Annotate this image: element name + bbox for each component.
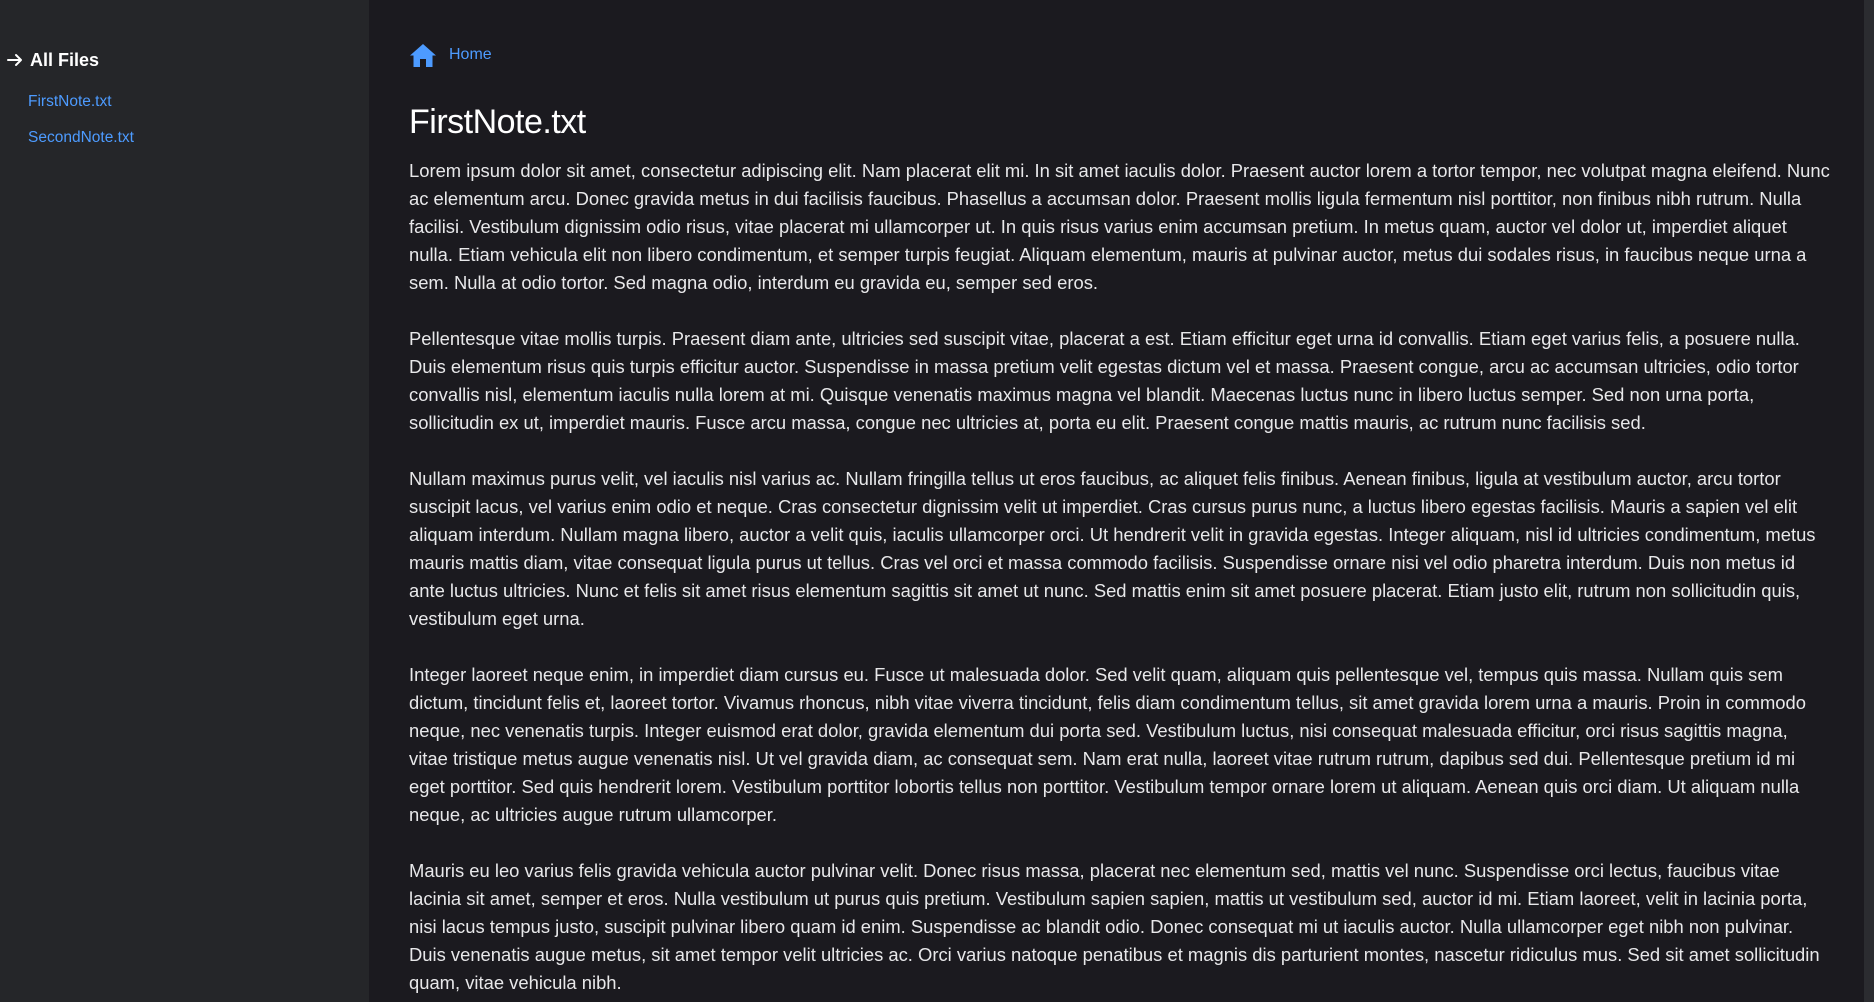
file-item-secondnote[interactable]: SecondNote.txt xyxy=(0,128,369,164)
scrollbar[interactable] xyxy=(1862,0,1874,1002)
breadcrumb: Home xyxy=(409,41,1830,69)
main-content: Home FirstNote.txt Lorem ipsum dolor sit… xyxy=(369,0,1874,1002)
file-list: FirstNote.txt SecondNote.txt xyxy=(0,92,369,164)
page-title: FirstNote.txt xyxy=(409,103,586,141)
sidebar: All Files FirstNote.txt SecondNote.txt xyxy=(0,0,369,1002)
note-paragraph: Pellentesque vitae mollis turpis. Praese… xyxy=(409,328,1800,433)
note-paragraph: Lorem ipsum dolor sit amet, consectetur … xyxy=(409,160,1830,293)
note-paragraph: Mauris eu leo varius felis gravida vehic… xyxy=(409,860,1820,993)
app-window: All Files FirstNote.txt SecondNote.txt H… xyxy=(0,0,1874,1002)
note-paragraph: Integer laoreet neque enim, in imperdiet… xyxy=(409,664,1806,825)
breadcrumb-home-link[interactable]: Home xyxy=(449,46,492,64)
file-item-firstnote[interactable]: FirstNote.txt xyxy=(0,92,369,128)
note-paragraph: Nullam maximus purus velit, vel iaculis … xyxy=(409,468,1816,629)
scrollbar-thumb[interactable] xyxy=(1864,0,1874,1002)
all-files-label: All Files xyxy=(30,49,100,70)
all-files-header[interactable]: All Files xyxy=(0,48,369,72)
home-icon[interactable] xyxy=(409,42,437,68)
note-body: Lorem ipsum dolor sit amet, consectetur … xyxy=(409,157,1830,997)
arrow-right-icon xyxy=(6,51,24,69)
